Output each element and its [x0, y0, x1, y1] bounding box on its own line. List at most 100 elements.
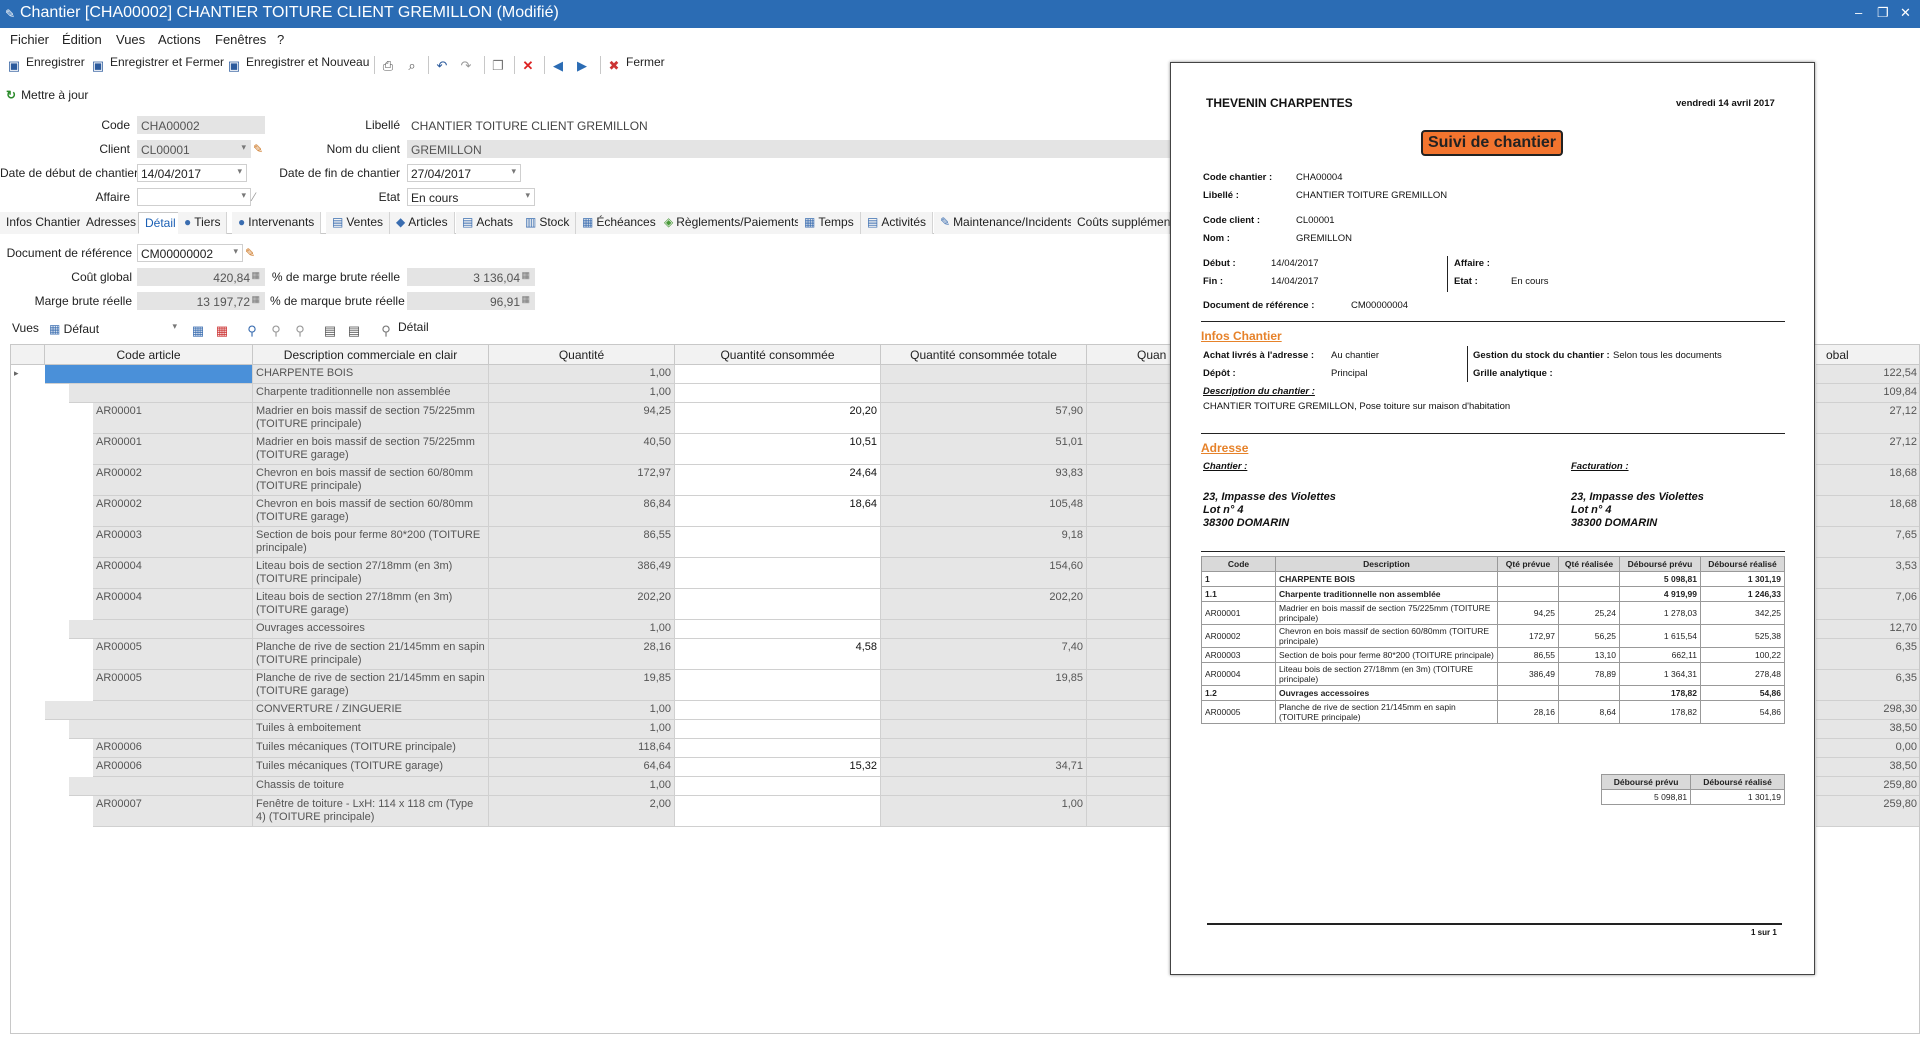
grid-cell-qte[interactable]: 86,84 [489, 496, 675, 527]
menu-edition[interactable]: Édition [62, 32, 102, 47]
debut-field[interactable]: 14/04/2017▾▦ [137, 164, 247, 182]
grid-cell-glob[interactable]: 38,50 [1816, 720, 1919, 739]
grid-cell-tot[interactable] [881, 620, 1087, 639]
client-field[interactable]: CL00001 ▾ [137, 140, 251, 158]
grid-cell-quan[interactable] [1087, 701, 1177, 720]
grid-cell-desc[interactable]: Charpente traditionnelle non assemblée [253, 384, 489, 403]
grid-cell-code[interactable]: AR00006 [93, 758, 253, 777]
tree-expander[interactable] [11, 527, 45, 558]
grid-cell-glob[interactable]: 7,06 [1816, 589, 1919, 620]
tree-expander[interactable] [11, 670, 45, 701]
grid-cell-qte[interactable]: 86,55 [489, 527, 675, 558]
nom-field[interactable]: GREMILLON [407, 140, 1170, 158]
export-button[interactable]: ▤ [322, 320, 342, 339]
zoom-button[interactable]: ⚲ [244, 320, 264, 339]
tab-echeances[interactable]: ▦ Échéances [576, 212, 663, 234]
etat-field[interactable]: En cours ▾ [407, 188, 535, 206]
grid-header-quan[interactable]: Quan [1087, 345, 1177, 365]
detail-view-button[interactable]: ⚲ Détail [378, 320, 428, 339]
grid-cell-desc[interactable]: Liteau bois de section 27/18mm (en 3m) (… [253, 558, 489, 589]
grid-cell-code[interactable]: AR00002 [93, 465, 253, 496]
grid-cell-tot[interactable]: 1,00 [881, 796, 1087, 827]
grid-cell-code[interactable]: AR00004 [93, 589, 253, 620]
tab-adresses[interactable]: Adresses [80, 212, 144, 234]
grid-cell-cons[interactable] [675, 670, 881, 701]
tree-expander[interactable] [11, 758, 45, 777]
grid-cell-code[interactable]: AR00006 [93, 739, 253, 758]
grid-cell-quan[interactable] [1087, 720, 1177, 739]
grid-cell-tot[interactable] [881, 701, 1087, 720]
grid-header-global[interactable]: obal [1816, 345, 1919, 365]
minimize-button[interactable]: – [1855, 5, 1862, 20]
tree-expander[interactable] [11, 434, 45, 465]
grid-cell-tot[interactable]: 51,01 [881, 434, 1087, 465]
grid-cell-tot[interactable]: 154,60 [881, 558, 1087, 589]
grid-cell-tot[interactable]: 93,83 [881, 465, 1087, 496]
grid-cell-code[interactable] [69, 720, 253, 739]
grid-cell-cons[interactable] [675, 558, 881, 589]
grid-cell-desc[interactable]: Planche de rive de section 21/145mm en s… [253, 670, 489, 701]
calculator-icon[interactable]: ▦ [251, 270, 260, 281]
grid-cell-code[interactable] [45, 365, 253, 384]
grid-cell-qte[interactable]: 1,00 [489, 777, 675, 796]
grid-cell-tot[interactable] [881, 720, 1087, 739]
grid-cell-qte[interactable]: 19,85 [489, 670, 675, 701]
grid-cell-code[interactable]: AR00005 [93, 670, 253, 701]
grid-cell-tot[interactable]: 202,20 [881, 589, 1087, 620]
tree-expander[interactable] [11, 465, 45, 496]
docref-field[interactable]: CM00000002 ▾ [137, 244, 243, 262]
tab-reglements[interactable]: ◈ Règlements/Paiements [658, 212, 808, 234]
tree-expander[interactable] [11, 701, 45, 720]
affaire-field[interactable]: ▾ [137, 188, 251, 206]
grid-cell-desc[interactable]: Tuiles mécaniques (TOITURE garage) [253, 758, 489, 777]
calculator-icon[interactable]: ▦ [521, 270, 530, 281]
grid-cell-cons[interactable] [675, 796, 881, 827]
chevron-down-icon[interactable]: ▾ [241, 142, 246, 153]
grid-cell-qte[interactable]: 1,00 [489, 384, 675, 403]
grid-cell-quan[interactable] [1087, 496, 1177, 527]
grid-cell-quan[interactable] [1087, 777, 1177, 796]
tree-expander[interactable] [11, 558, 45, 589]
grid-cell-qte[interactable]: 1,00 [489, 365, 675, 384]
tab-temps[interactable]: ▦ Temps [798, 212, 861, 234]
tab-couts[interactable]: Coûts supplémenta [1071, 212, 1180, 234]
grid-cell-desc[interactable]: Fenêtre de toiture - LxH: 114 x 118 cm (… [253, 796, 489, 827]
grid-cell-cons[interactable]: 20,20 [675, 403, 881, 434]
grid-cell-glob[interactable]: 298,30 [1816, 701, 1919, 720]
tab-articles[interactable]: ◆ Articles [390, 212, 455, 234]
grid-cell-cons[interactable] [675, 720, 881, 739]
grid-header-description[interactable]: Description commerciale en clair [253, 345, 489, 365]
grid-cell-glob[interactable]: 259,80 [1816, 796, 1919, 827]
tab-intervenants[interactable]: ● Intervenants [232, 212, 322, 234]
grid-cell-cons[interactable] [675, 620, 881, 639]
grid-cell-cons[interactable] [675, 527, 881, 558]
update-button[interactable]: ↻ Mettre à jour [6, 88, 88, 102]
grid-header-quantite[interactable]: Quantité [489, 345, 675, 365]
grid-header-qte-totale[interactable]: Quantité consommée totale [881, 345, 1087, 365]
grid-cell-glob[interactable]: 18,68 [1816, 496, 1919, 527]
grid-cell-cons[interactable]: 10,51 [675, 434, 881, 465]
grid-cell-desc[interactable]: Chevron en bois massif de section 60/80m… [253, 496, 489, 527]
tree-expander[interactable] [11, 496, 45, 527]
grid-cell-glob[interactable]: 259,80 [1816, 777, 1919, 796]
grid-cell-desc[interactable]: Madrier en bois massif de section 75/225… [253, 434, 489, 465]
grid-cell-qte[interactable]: 2,00 [489, 796, 675, 827]
fin-field[interactable]: 27/04/2017▾▦ [407, 164, 521, 182]
tree-expander[interactable] [11, 639, 45, 670]
grid-cell-glob[interactable]: 27,12 [1816, 434, 1919, 465]
grid-cell-glob[interactable]: 109,84 [1816, 384, 1919, 403]
grid-cell-quan[interactable] [1087, 365, 1177, 384]
grid-header-qte-consommee[interactable]: Quantité consommée [675, 345, 881, 365]
edit-client-icon[interactable]: ✎ [253, 142, 263, 156]
grid-header-code[interactable]: Code article [45, 345, 253, 365]
tab-infos-chantier[interactable]: Infos Chantier [0, 212, 88, 234]
grid-cell-desc[interactable]: Chassis de toiture [253, 777, 489, 796]
restore-button[interactable]: ❐ [1877, 5, 1889, 21]
grid-cell-cons[interactable]: 18,64 [675, 496, 881, 527]
chevron-down-icon[interactable]: ▾ [233, 246, 238, 257]
grid-cell-cons[interactable]: 15,32 [675, 758, 881, 777]
grid-cell-tot[interactable]: 105,48 [881, 496, 1087, 527]
tree-expander[interactable] [11, 777, 45, 796]
grid-cell-desc[interactable]: CHARPENTE BOIS [253, 365, 489, 384]
grid-cell-glob[interactable]: 7,65 [1816, 527, 1919, 558]
